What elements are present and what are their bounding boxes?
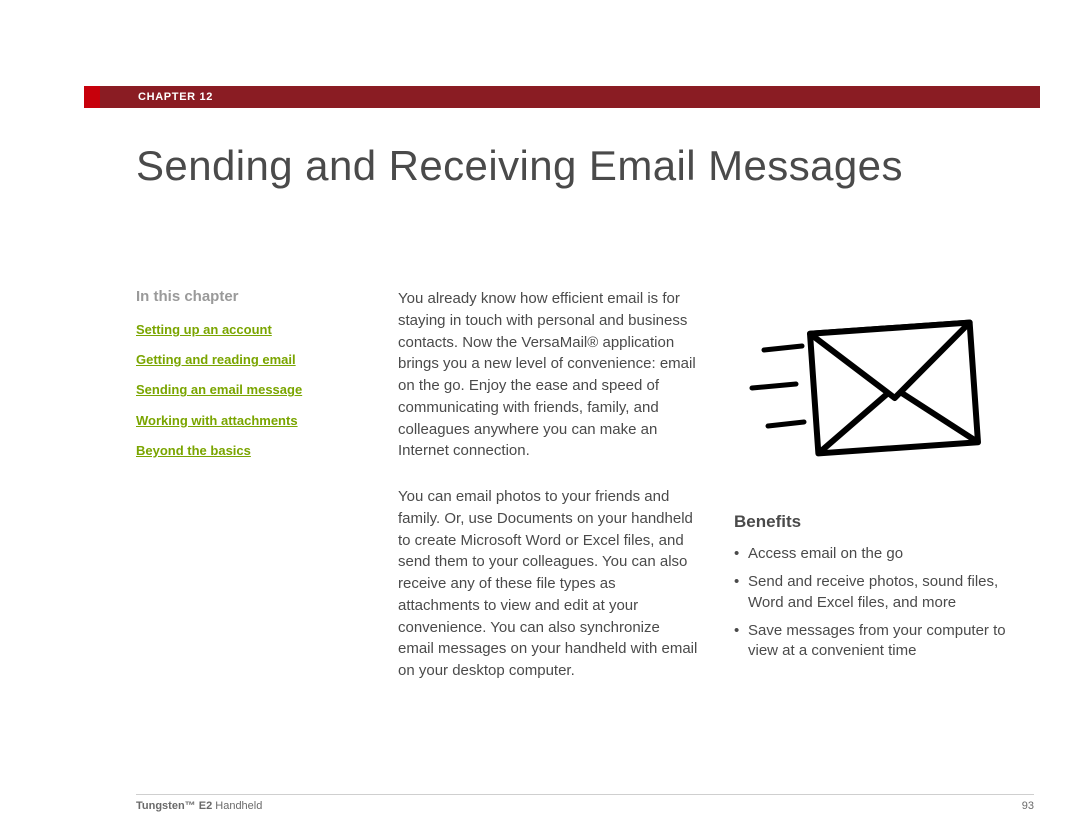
toc-link-attachments[interactable]: Working with attachments bbox=[136, 412, 366, 430]
toc-link-setting-up[interactable]: Setting up an account bbox=[136, 321, 366, 339]
body-paragraph-1: You already know how efficient email is … bbox=[398, 288, 698, 462]
document-page: CHAPTER 12 Sending and Receiving Email M… bbox=[0, 0, 1080, 834]
body-paragraph-2: You can email photos to your friends and… bbox=[398, 486, 698, 682]
body-column: You already know how efficient email is … bbox=[398, 288, 698, 706]
page-number: 93 bbox=[1022, 800, 1034, 812]
benefit-item: Save messages from your computer to view… bbox=[734, 621, 1034, 662]
chapter-accent-bar bbox=[84, 86, 100, 108]
page-title: Sending and Receiving Email Messages bbox=[136, 142, 903, 190]
footer-product-name: Tungsten™ E2 bbox=[136, 800, 212, 812]
toc-link-sending[interactable]: Sending an email message bbox=[136, 381, 366, 399]
footer-divider bbox=[136, 794, 1034, 795]
footer-product: Tungsten™ E2 Handheld bbox=[136, 800, 262, 812]
right-column: Benefits Access email on the go Send and… bbox=[734, 288, 1034, 669]
benefits-heading: Benefits bbox=[734, 512, 1034, 532]
chapter-bar: CHAPTER 12 bbox=[100, 86, 1040, 108]
benefit-item: Access email on the go bbox=[734, 544, 1034, 564]
benefits-list: Access email on the go Send and receive … bbox=[734, 544, 1034, 661]
benefit-item: Send and receive photos, sound files, Wo… bbox=[734, 572, 1034, 613]
in-this-chapter-sidebar: In this chapter Setting up an account Ge… bbox=[136, 288, 366, 472]
sidebar-heading: In this chapter bbox=[136, 288, 366, 305]
toc-link-getting-reading[interactable]: Getting and reading email bbox=[136, 351, 366, 369]
toc-link-beyond-basics[interactable]: Beyond the basics bbox=[136, 442, 366, 460]
chapter-label: CHAPTER 12 bbox=[138, 91, 213, 103]
footer-product-rest: Handheld bbox=[212, 800, 262, 812]
envelope-icon bbox=[734, 288, 994, 488]
